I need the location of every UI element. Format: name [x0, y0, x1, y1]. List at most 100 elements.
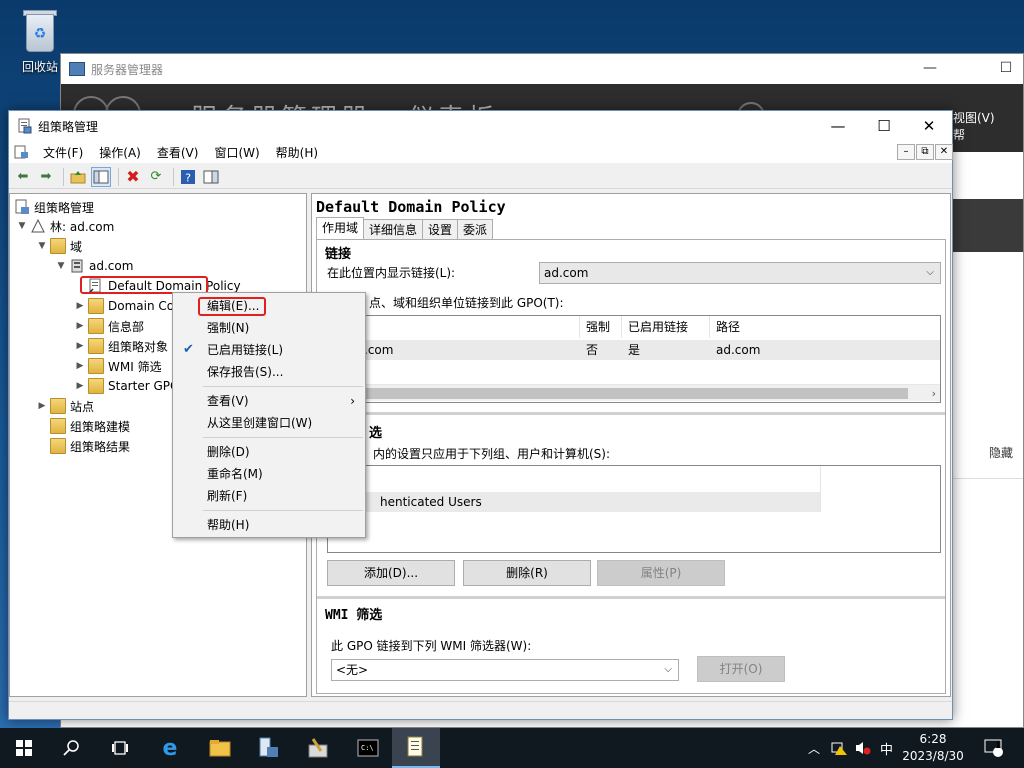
menu-item-refresh[interactable]: 刷新(F): [173, 485, 365, 507]
document-icon[interactable]: [13, 145, 29, 159]
gpo-title: Default Domain Policy: [316, 198, 506, 216]
location-combo[interactable]: ad.com ⌵: [539, 262, 941, 284]
column-enabled[interactable]: 已启用链接: [622, 316, 710, 338]
tab-scope[interactable]: 作用域: [316, 217, 365, 239]
gpmc-taskbar-icon[interactable]: [392, 728, 440, 768]
column-path[interactable]: 路径: [710, 316, 940, 338]
menu-file[interactable]: 文件(F): [35, 144, 91, 161]
chevron-right-icon[interactable]: ▶: [74, 321, 86, 331]
mdi-close-icon[interactable]: ✕: [935, 144, 953, 160]
wmi-filter-combo[interactable]: <无> ⌵: [331, 659, 679, 681]
server-manager-titlebar[interactable]: 服务器管理器 — ☐: [61, 54, 1023, 84]
tree-ou-info[interactable]: ▶ 信息部: [74, 316, 144, 336]
tree-gpo-objects[interactable]: ▶ 组策略对象: [74, 336, 168, 356]
search-icon[interactable]: [48, 728, 96, 768]
folder-icon: [50, 398, 66, 414]
maximize-icon[interactable]: ☐: [861, 111, 907, 141]
minimize-icon[interactable]: —: [915, 60, 945, 76]
add-button[interactable]: 添加(D)...: [327, 560, 455, 586]
maximize-icon[interactable]: ☐: [991, 60, 1021, 76]
chevron-right-icon[interactable]: ▶: [74, 301, 86, 311]
security-filter-list[interactable]: henticated Users: [327, 465, 941, 553]
tree-root[interactable]: 组策略管理: [12, 197, 94, 217]
list-item[interactable]: henticated Users: [328, 492, 820, 512]
links-table[interactable]: 强制 已启用链接 路径 .com 否 是 ad.com ›: [327, 315, 941, 403]
tab-settings[interactable]: 设置: [422, 219, 459, 239]
hide-link[interactable]: 隐藏: [989, 444, 1013, 461]
menu-item-rename[interactable]: 重命名(M): [173, 463, 365, 485]
chevron-right-icon[interactable]: ▶: [36, 401, 48, 411]
menu-action[interactable]: 操作(A): [91, 144, 149, 161]
menu-view[interactable]: 视图(V): [953, 111, 995, 125]
menu-item-view[interactable]: 查看(V) ›: [173, 390, 365, 412]
properties-button[interactable]: 属性(P): [597, 560, 725, 586]
close-icon[interactable]: ✕: [906, 111, 952, 141]
minimize-icon[interactable]: —: [815, 111, 861, 141]
menu-view[interactable]: 查看(V): [149, 144, 207, 161]
forward-arrow-icon[interactable]: ➡: [36, 167, 56, 187]
admin-tools-icon[interactable]: [294, 728, 342, 768]
tree-forest[interactable]: ▼ 林: ad.com: [16, 216, 114, 236]
tab-delegation[interactable]: 委派: [457, 219, 494, 239]
chevron-right-icon[interactable]: ▶: [74, 381, 86, 391]
menu-item-save-report[interactable]: 保存报告(S)...: [173, 361, 365, 383]
up-folder-icon[interactable]: [68, 167, 88, 187]
task-view-icon[interactable]: [96, 728, 144, 768]
chevron-right-icon[interactable]: ▶: [74, 341, 86, 351]
command-prompt-icon[interactable]: C:\: [344, 728, 392, 768]
start-windows-icon[interactable]: [0, 728, 48, 768]
tree-results[interactable]: 组策略结果: [36, 436, 130, 456]
horizontal-scrollbar[interactable]: ›: [328, 384, 940, 401]
ou-folder-icon: [88, 318, 104, 334]
refresh-icon[interactable]: ⟳: [146, 167, 166, 187]
scrollbar-thumb[interactable]: [328, 388, 908, 399]
chevron-right-icon[interactable]: ›: [932, 385, 936, 402]
action-pane-icon[interactable]: [201, 167, 221, 187]
table-row[interactable]: .com 否 是 ad.com: [328, 340, 940, 360]
clock[interactable]: 6:28 2023/8/30: [893, 731, 973, 765]
menu-item-link-enabled[interactable]: ✔ 已启用链接(L): [173, 339, 365, 361]
folder-icon: [88, 358, 104, 374]
network-warning-icon[interactable]: [830, 728, 848, 768]
mdi-restore-icon[interactable]: ⧉: [916, 144, 934, 160]
chevron-down-icon[interactable]: ▼: [55, 261, 67, 271]
menu-item-help[interactable]: 帮助(H): [173, 514, 365, 536]
menu-item-new-window[interactable]: 从这里创建窗口(W): [173, 412, 365, 434]
tree-modeling[interactable]: 组策略建模: [36, 416, 130, 436]
chevron-right-icon[interactable]: ▶: [74, 361, 86, 371]
remove-button[interactable]: 删除(R): [463, 560, 591, 586]
ime-indicator[interactable]: 中: [880, 728, 893, 768]
folder-icon: [50, 238, 66, 254]
tree-wmi-filters[interactable]: ▶ WMI 筛选: [74, 356, 162, 376]
file-explorer-icon[interactable]: [196, 728, 244, 768]
volume-muted-icon[interactable]: [854, 728, 872, 768]
server-manager-taskbar-icon[interactable]: [244, 728, 292, 768]
internet-explorer-icon[interactable]: e: [146, 728, 194, 768]
menu-window[interactable]: 窗口(W): [206, 144, 267, 161]
menu-item-enforce[interactable]: 强制(N): [173, 317, 365, 339]
chevron-down-icon[interactable]: ▼: [16, 221, 28, 231]
delete-icon[interactable]: ✖: [123, 167, 143, 187]
gpmc-window[interactable]: 组策略管理 — ☐ ✕ 文件(F) 操作(A) 查看(V) 窗口(W) 帮助(H…: [8, 110, 953, 720]
notification-icon[interactable]: 1: [984, 728, 1004, 768]
gpmc-titlebar[interactable]: 组策略管理 — ☐ ✕: [9, 111, 952, 141]
menu-help[interactable]: 帮助(H): [268, 144, 326, 161]
tree-domain-controllers[interactable]: ▶ Domain Co: [74, 296, 174, 316]
tree-sites[interactable]: ▶ 站点: [36, 396, 94, 416]
console-tree-icon[interactable]: [91, 166, 111, 187]
help-icon[interactable]: ?: [178, 167, 198, 187]
tree-starter-gpo[interactable]: ▶ Starter GPO: [74, 376, 179, 396]
toolbar-separator: [173, 167, 174, 186]
back-arrow-icon[interactable]: ⬅: [13, 167, 33, 187]
tree-domains[interactable]: ▼ 域: [36, 236, 82, 256]
menu-help[interactable]: 帮: [953, 128, 965, 142]
filter-label: 内的设置只应用于下列组、用户和计算机(S):: [373, 447, 611, 461]
tab-details[interactable]: 详细信息: [363, 219, 424, 239]
tree-domain[interactable]: ▼ ad.com: [55, 256, 134, 276]
open-button[interactable]: 打开(O): [697, 656, 785, 682]
chevron-down-icon[interactable]: ▼: [36, 241, 48, 251]
tray-chevron-icon[interactable]: ︿: [808, 728, 820, 768]
menu-item-delete[interactable]: 删除(D): [173, 441, 365, 463]
column-enforced[interactable]: 强制: [580, 316, 622, 338]
mdi-minimize-icon[interactable]: –: [897, 144, 915, 160]
